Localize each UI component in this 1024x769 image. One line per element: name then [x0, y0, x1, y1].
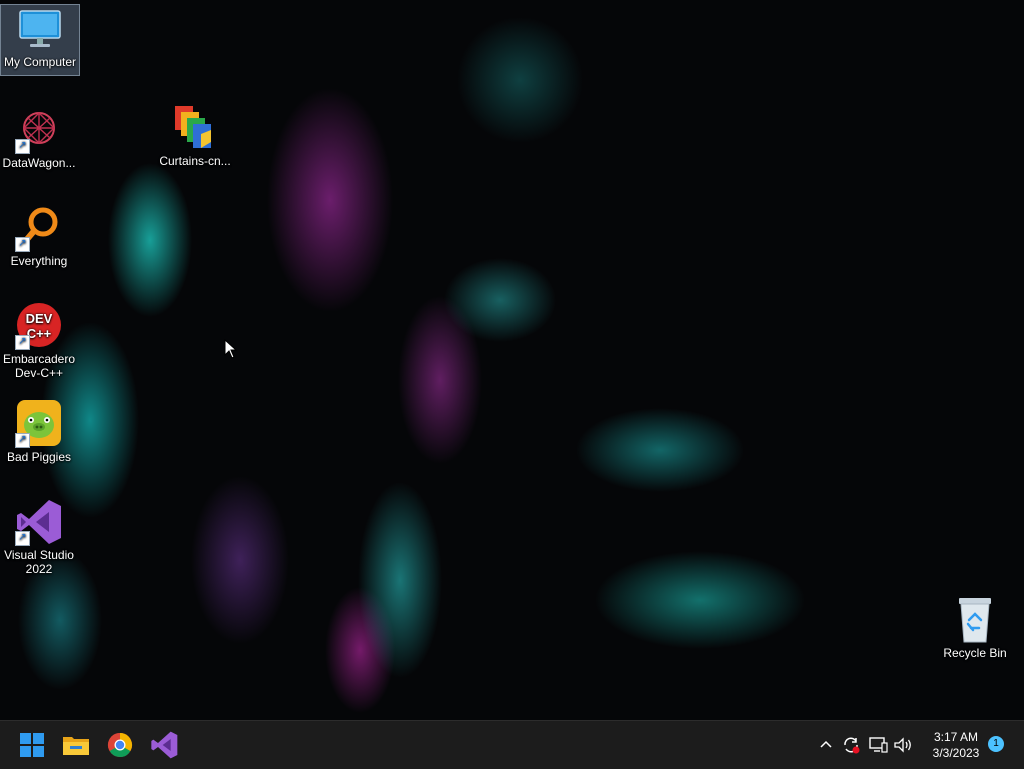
desktop-icon-label: Curtains-cn... — [159, 154, 231, 168]
shortcut-arrow-icon: ↗ — [15, 433, 30, 448]
taskbar-clock[interactable]: 3:17 AM 3/3/2023 — [918, 729, 994, 761]
datawagon-icon: ↗ — [15, 106, 63, 154]
shortcut-arrow-icon: ↗ — [15, 335, 30, 350]
everything-search-icon: ↗ — [15, 204, 63, 252]
svg-text:DEV: DEV — [26, 311, 53, 326]
tray-volume-button[interactable] — [892, 734, 914, 756]
desktop-icon-curtains[interactable]: Curtains-cn... — [156, 104, 234, 168]
visual-studio-icon — [151, 731, 178, 759]
tray-network-button[interactable] — [867, 734, 889, 756]
desktop-icon-label: Recycle Bin — [943, 646, 1007, 660]
clock-date: 3/3/2023 — [932, 746, 980, 760]
svg-text:C++: C++ — [27, 326, 52, 341]
desktop-icon-label: My Computer — [3, 55, 77, 69]
desktop-icon-recycle-bin[interactable]: Recycle Bin — [936, 596, 1014, 660]
bad-piggies-icon: ↗ — [15, 400, 63, 448]
shortcut-arrow-icon: ↗ — [15, 237, 30, 252]
desktop-icon-my-computer[interactable]: My Computer — [0, 4, 80, 76]
chrome-icon — [107, 733, 133, 758]
start-button[interactable] — [16, 729, 48, 761]
file-explorer-icon — [63, 737, 89, 755]
devcpp-icon: DEV C++ ↗ — [15, 302, 63, 350]
desktop-icon-label: Visual Studio 2022 — [4, 548, 74, 576]
desktop-icon-bad-piggies[interactable]: ↗ Bad Piggies — [0, 400, 78, 464]
desktop-icon-datawagon[interactable]: ↗ DataWagon... — [0, 106, 78, 170]
shortcut-arrow-icon: ↗ — [15, 139, 30, 154]
sync-icon — [844, 737, 860, 754]
taskbar-file-explorer-button[interactable] — [60, 729, 92, 761]
recycle-bin-icon — [951, 596, 999, 644]
desktop-icon-visual-studio[interactable]: ↗ Visual Studio 2022 — [0, 498, 78, 576]
monitor-icon — [16, 5, 64, 53]
curtains-icon — [171, 104, 219, 152]
desktop-wallpaper — [0, 0, 1024, 720]
tray-sync-button[interactable] — [840, 734, 862, 756]
desktop-icon-devcpp[interactable]: DEV C++ ↗ Embarcadero Dev-C++ — [0, 302, 78, 380]
taskbar-chrome-button[interactable] — [104, 729, 136, 761]
desktop-icon-label: Bad Piggies — [6, 450, 72, 464]
desktop-icon-label: DataWagon... — [2, 156, 76, 170]
visual-studio-icon: ↗ — [15, 498, 63, 546]
chevron-up-icon — [820, 740, 832, 748]
desktop-icon-label: Everything — [10, 254, 68, 268]
volume-icon — [894, 737, 911, 753]
desktop-icon-label: Embarcadero Dev-C++ — [2, 352, 76, 380]
windows-start-icon — [20, 733, 44, 757]
taskbar: 3:17 AM 3/3/2023 — [0, 720, 1024, 769]
shortcut-arrow-icon: ↗ — [15, 531, 30, 546]
notification-badge[interactable]: 1 — [988, 736, 1004, 752]
clock-time: 3:17 AM — [933, 730, 979, 744]
mouse-cursor-icon — [224, 339, 238, 359]
taskbar-visual-studio-button[interactable] — [148, 729, 180, 761]
show-hidden-icons-button[interactable] — [815, 734, 837, 756]
desktop-icon-everything[interactable]: ↗ Everything — [0, 204, 78, 268]
network-icon — [869, 737, 888, 753]
